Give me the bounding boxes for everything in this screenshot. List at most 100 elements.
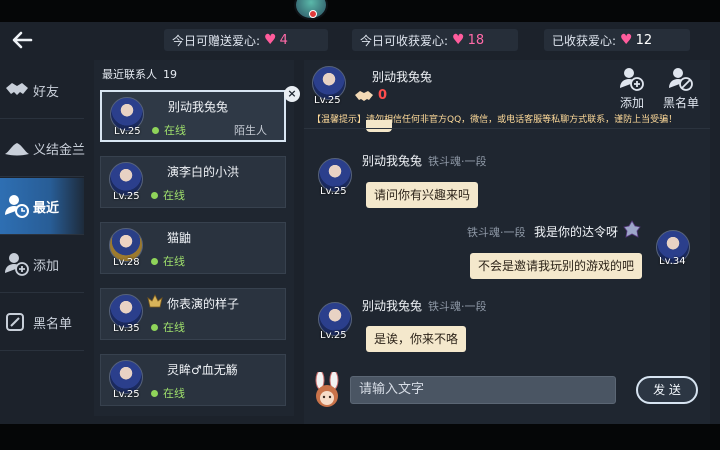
- rank-badge-icon: [147, 294, 163, 308]
- online-dot-icon: [151, 257, 158, 265]
- handshake-icon: [6, 83, 28, 95]
- message-bubble-fragment: [366, 120, 392, 132]
- blacklist-icon: [6, 313, 24, 331]
- stat-label: 今日可赠送爱心:: [172, 33, 261, 48]
- sender-rank: 铁斗魂·一段: [467, 226, 526, 239]
- level-label: Lv.34: [659, 256, 686, 267]
- level-label: Lv.25: [113, 191, 140, 202]
- stat-label: 今日可收获爱心:: [360, 33, 449, 48]
- divider: [0, 118, 84, 119]
- level-label: Lv.25: [113, 389, 140, 400]
- blacklist-button[interactable]: 黑名单: [658, 66, 704, 110]
- sidebar-item-label: 添加: [33, 258, 60, 274]
- sidebar-item-recent[interactable]: 最近: [0, 178, 84, 234]
- online-status: 在线: [151, 319, 185, 335]
- list-item[interactable]: Lv.25 灵眸♂血无觞 在线: [100, 354, 286, 406]
- message-bubble: 是诶，你来不咯: [366, 326, 467, 352]
- divider: [0, 292, 84, 293]
- sidebar-item-add[interactable]: 添加: [0, 236, 84, 292]
- top-bar: [0, 0, 720, 22]
- contact-name: 别动我兔兔: [168, 100, 229, 114]
- contact-name: 猫鼬: [167, 231, 192, 245]
- chat-header: Lv.25 别动我兔兔 0 添加 黑名单: [304, 60, 710, 112]
- stat-value: 18: [467, 32, 485, 48]
- chat-input-bar: 请输入文字 发 送: [304, 364, 710, 416]
- contact-name: 你表演的样子: [167, 297, 240, 311]
- stat-label: 已收获爱心:: [552, 33, 617, 48]
- heart-icon: ♥: [452, 32, 465, 48]
- receivable-hearts-stat: 今日可收获爱心: ♥ 18: [352, 29, 518, 51]
- sidebar-item-sworn-siblings[interactable]: 义结金兰: [0, 120, 86, 176]
- add-user-icon: [620, 68, 644, 91]
- divider: [0, 234, 84, 235]
- add-friend-label: 添加: [619, 96, 644, 110]
- rank-badge-icon: [623, 220, 641, 238]
- divider: [304, 128, 710, 129]
- handshake-icon: [355, 90, 373, 101]
- giftable-hearts-stat: 今日可赠送爱心: ♥ 4: [164, 29, 328, 51]
- online-dot-icon: [151, 323, 158, 331]
- received-hearts-stat: 已收获爱心: ♥ 12: [544, 29, 690, 51]
- list-item[interactable]: Lv.25 演李白的小洪 在线: [100, 156, 286, 208]
- recent-user-icon: [5, 195, 29, 218]
- chat-panel: Lv.25 别动我兔兔 0 添加 黑名单 【温馨提示】请勿相信任何非官方QQ，微…: [304, 60, 710, 424]
- online-status: 在线: [152, 122, 186, 138]
- level-label: Lv.25: [114, 126, 141, 137]
- list-item[interactable]: Lv.25 别动我兔兔 在线 陌生人 ×: [100, 86, 300, 142]
- status-text: 在线: [163, 189, 185, 202]
- close-icon[interactable]: ×: [284, 86, 300, 102]
- heart-icon: ♥: [264, 32, 277, 48]
- stat-value: 4: [279, 32, 288, 48]
- message-bubble: 请问你有兴趣来吗: [366, 182, 479, 208]
- sender-name: 我是你的达令呀: [534, 225, 619, 239]
- message-bubble: 不会是邀请我玩别的游戏的吧: [470, 253, 643, 279]
- online-status: 在线: [151, 385, 185, 401]
- sidebar-item-blacklist[interactable]: 黑名单: [0, 294, 84, 350]
- add-friend-button[interactable]: 添加: [612, 66, 652, 110]
- online-dot-icon: [151, 389, 158, 397]
- stat-value: 12: [635, 32, 653, 48]
- player-avatar[interactable]: [294, 0, 328, 20]
- level-label: Lv.25: [320, 330, 347, 341]
- bottom-bar: [0, 424, 720, 450]
- sidebar-item-label: 义结金兰: [33, 142, 86, 158]
- partner-name: 别动我兔兔: [372, 70, 433, 84]
- contact-name: 演李白的小洪: [167, 165, 240, 179]
- list-item[interactable]: Lv.28 猫鼬 在线: [100, 222, 286, 274]
- sender-rank: 铁斗魂·一段: [428, 300, 487, 313]
- list-item[interactable]: Lv.35 你表演的样子 在线: [100, 288, 286, 340]
- contact-name: 灵眸♂血无觞: [167, 363, 238, 377]
- status-text: 在线: [163, 255, 185, 268]
- level-label: Lv.25: [320, 186, 347, 197]
- status-text: 在线: [163, 321, 185, 334]
- message-input[interactable]: 请输入文字: [350, 376, 616, 404]
- sender-name: 别动我兔兔: [362, 299, 423, 313]
- arrow-left-icon[interactable]: [10, 28, 34, 52]
- affection-value: 0: [378, 88, 388, 103]
- blacklist-label: 黑名单: [662, 96, 699, 110]
- friends-screen: 今日可赠送爱心: ♥ 4 今日可收获爱心: ♥ 18 已收获爱心: ♥ 12 好…: [0, 0, 720, 450]
- online-status: 在线: [151, 187, 185, 203]
- status-text: 在线: [163, 387, 185, 400]
- notification-dot: [309, 10, 317, 18]
- sidebar: 好友 义结金兰 最近 添加 黑名单: [0, 60, 86, 416]
- stranger-tag: 陌生人: [234, 124, 267, 137]
- blacklist-icon: [669, 68, 693, 91]
- hat-icon: [5, 143, 29, 156]
- send-button[interactable]: 发 送: [636, 376, 698, 404]
- bunny-avatar-icon[interactable]: [310, 372, 344, 410]
- divider: [0, 350, 84, 351]
- affection-indicator: 0: [354, 88, 387, 103]
- sender-rank: 铁斗魂·一段: [428, 155, 487, 168]
- level-label: Lv.25: [314, 95, 341, 106]
- sidebar-item-friends[interactable]: 好友: [0, 62, 84, 118]
- heart-icon: ♥: [620, 32, 633, 48]
- divider: [0, 176, 84, 177]
- online-dot-icon: [152, 126, 159, 134]
- level-label: Lv.35: [113, 323, 140, 334]
- contact-count: 19: [163, 68, 177, 81]
- online-status: 在线: [151, 253, 185, 269]
- sidebar-item-label: 黑名单: [33, 316, 73, 332]
- sender-name: 别动我兔兔: [362, 154, 423, 168]
- online-dot-icon: [151, 191, 158, 199]
